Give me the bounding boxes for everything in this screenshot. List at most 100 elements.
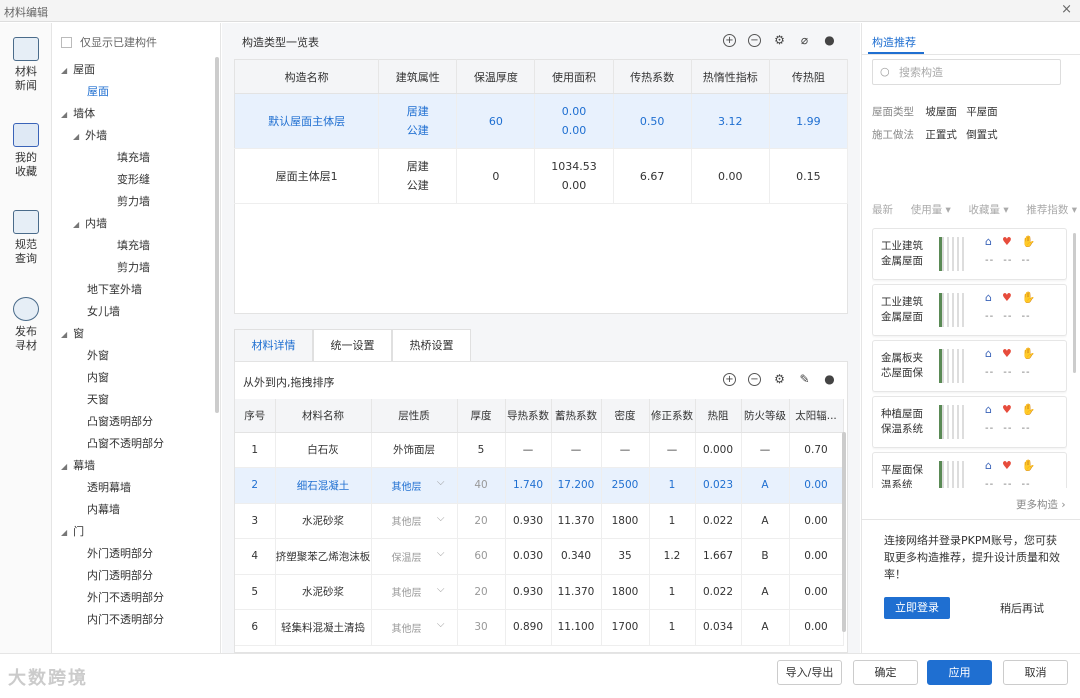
edit-icon[interactable]: ✎ (798, 373, 811, 386)
tree-node[interactable]: 变形缝 (103, 171, 150, 187)
tree-node[interactable]: ◢ 内墙 (73, 215, 107, 231)
more-link[interactable]: 更多构造 › (1016, 497, 1066, 512)
tree-scrollbar[interactable] (215, 57, 219, 413)
tab-1[interactable]: 统一设置 (313, 329, 392, 361)
tree-node[interactable]: ◢ 幕墙 (61, 457, 95, 473)
heart-icon[interactable]: ♥ (1002, 403, 1012, 416)
user-icon[interactable]: ● (823, 34, 836, 47)
later-button[interactable]: 稍后再试 (1000, 600, 1044, 616)
recommend-card[interactable]: 种植屋面 保温系统 ⌂ ♥ ✋ -- -- -- (872, 396, 1067, 448)
heart-icon[interactable]: ♥ (1002, 459, 1012, 472)
tree-node[interactable]: 凸窗不透明部分 (73, 435, 164, 451)
show-built-checkbox[interactable] (61, 36, 72, 48)
tree-node[interactable]: 内门透明部分 (73, 567, 153, 583)
thickness-input[interactable]: 30 (457, 609, 506, 646)
recommend-card[interactable]: 金属板夹 芯屋面保 ⌂ ♥ ✋ -- -- -- (872, 340, 1067, 392)
show-built-filter[interactable]: 仅显示已建构件 (61, 34, 157, 50)
tree-node[interactable]: ◢ 门 (61, 523, 84, 539)
close-icon[interactable]: × (1061, 2, 1072, 17)
tab-recommend[interactable]: 构造推荐 (872, 34, 916, 50)
material-column-header[interactable]: 材料名称 (275, 399, 372, 433)
material-column-header[interactable]: 厚度 (457, 399, 506, 433)
thumbs-up-icon[interactable]: ✋ (1022, 459, 1036, 472)
types-column-header[interactable]: 保温厚度 (456, 59, 536, 94)
user-icon[interactable]: ● (823, 373, 836, 386)
remove-icon[interactable]: − (748, 34, 761, 47)
thumbs-up-icon[interactable]: ✋ (1022, 403, 1036, 416)
add-icon[interactable]: + (723, 373, 736, 386)
tree-node[interactable]: ◢ 窗 (61, 325, 84, 341)
tree-node[interactable]: 外门透明部分 (73, 545, 153, 561)
search-input[interactable] (899, 63, 1054, 81)
material-column-header[interactable]: 密度 (601, 399, 650, 433)
tree-node[interactable]: 凸窗透明部分 (73, 413, 153, 429)
sort-recommend[interactable]: 推荐指数 ▾ (1026, 202, 1077, 217)
tree-node[interactable]: 剪力墙 (103, 259, 150, 275)
material-row[interactable]: 5水泥砂浆其他层200.93011.370180010.022A0.00 (235, 574, 844, 610)
recommend-card[interactable]: 工业建筑 金属屋面 ⌂ ♥ ✋ -- -- -- (872, 228, 1067, 280)
types-column-header[interactable]: 传热阻 (769, 59, 849, 94)
material-scrollbar[interactable] (842, 432, 846, 632)
tree-node[interactable]: 地下室外墙 (73, 281, 142, 297)
heart-icon[interactable]: ♥ (1002, 291, 1012, 304)
types-column-header[interactable]: 构造名称 (234, 59, 380, 94)
layer-type-select[interactable]: 保温层 (371, 538, 458, 575)
cancel-button[interactable]: 取消 (1003, 660, 1068, 685)
rail-item-favorites[interactable]: 我的 收藏 (0, 123, 52, 179)
settings-icon[interactable]: ⚙ (773, 373, 786, 386)
tree-node[interactable]: 外门不透明部分 (73, 589, 164, 605)
material-column-header[interactable]: 修正系数 (649, 399, 696, 433)
tree-node[interactable]: 内幕墙 (73, 501, 120, 517)
expand-icon[interactable]: ◢ (61, 110, 67, 119)
home-icon[interactable]: ⌂ (985, 235, 992, 248)
apply-button[interactable]: 应用 (927, 660, 992, 685)
types-column-header[interactable]: 热惰性指标 (691, 59, 770, 94)
types-column-header[interactable]: 传热系数 (613, 59, 692, 94)
heart-icon[interactable]: ♥ (1002, 235, 1012, 248)
thumbs-up-icon[interactable]: ✋ (1022, 235, 1036, 248)
rail-item-standard-query[interactable]: 规范 查询 (0, 210, 52, 266)
expand-icon[interactable]: ◢ (73, 220, 79, 229)
material-column-header[interactable]: 防火等级 (741, 399, 790, 433)
attachment-icon[interactable]: ⌀ (798, 34, 811, 47)
material-column-header[interactable]: 序号 (235, 399, 276, 433)
material-column-header[interactable]: 太阳辐... (789, 399, 844, 433)
home-icon[interactable]: ⌂ (985, 403, 992, 416)
roof-type-option[interactable]: 坡屋面 (925, 106, 957, 118)
recommend-card[interactable]: 平屋面保 温系统 ⌂ ♥ ✋ -- -- -- (872, 452, 1067, 488)
roof-type-option[interactable]: 平屋面 (966, 106, 998, 118)
add-icon[interactable]: + (723, 34, 736, 47)
rail-item-material-news[interactable]: 材料 新闻 (0, 37, 52, 93)
method-option[interactable]: 正置式 (925, 129, 957, 141)
types-column-header[interactable]: 使用面积 (534, 59, 614, 94)
method-option[interactable]: 倒置式 (966, 129, 998, 141)
expand-icon[interactable]: ◢ (61, 462, 67, 471)
tree-node[interactable]: ◢ 屋面 (61, 61, 95, 77)
expand-icon[interactable]: ◢ (73, 132, 79, 141)
tree-node[interactable]: ◢ 外墙 (73, 127, 107, 143)
tab-2[interactable]: 热桥设置 (392, 329, 471, 361)
material-column-header[interactable]: 热阻 (695, 399, 742, 433)
material-column-header[interactable]: 层性质 (371, 399, 458, 433)
rail-item-publish-search[interactable]: 发布 寻材 (0, 297, 52, 353)
table-row[interactable]: 默认屋面主体层 居建 公建 60 0.00 0.00 0.50 3.12 1.99 (234, 93, 849, 149)
thickness-input[interactable]: 20 (457, 503, 506, 539)
import-export-button[interactable]: 导入/导出 (777, 660, 842, 685)
home-icon[interactable]: ⌂ (985, 459, 992, 472)
layer-type-select[interactable]: 其他层 (371, 467, 458, 504)
expand-icon[interactable]: ◢ (61, 330, 67, 339)
tree-node[interactable]: 屋面 (73, 83, 109, 99)
thickness-input[interactable]: 60 (457, 538, 506, 575)
types-column-header[interactable]: 建筑属性 (378, 59, 458, 94)
tree-node[interactable]: 内窗 (73, 369, 109, 385)
tree-node[interactable]: 剪力墙 (103, 193, 150, 209)
material-row[interactable]: 3水泥砂浆其他层200.93011.370180010.022A0.00 (235, 503, 844, 539)
tab-0[interactable]: 材料详情 (234, 329, 313, 361)
expand-icon[interactable]: ◢ (61, 66, 67, 75)
sort-newest[interactable]: 最新 (872, 202, 893, 217)
sort-usage[interactable]: 使用量 ▾ (911, 202, 951, 217)
material-row[interactable]: 2细石混凝土其他层401.74017.200250010.023A0.00 (235, 467, 844, 504)
table-row[interactable]: 屋面主体层1 居建 公建 0 1034.53 0.00 6.67 0.00 0.15 (234, 148, 849, 204)
tree-node[interactable]: 天窗 (73, 391, 109, 407)
sort-favorites[interactable]: 收藏量 ▾ (969, 202, 1009, 217)
